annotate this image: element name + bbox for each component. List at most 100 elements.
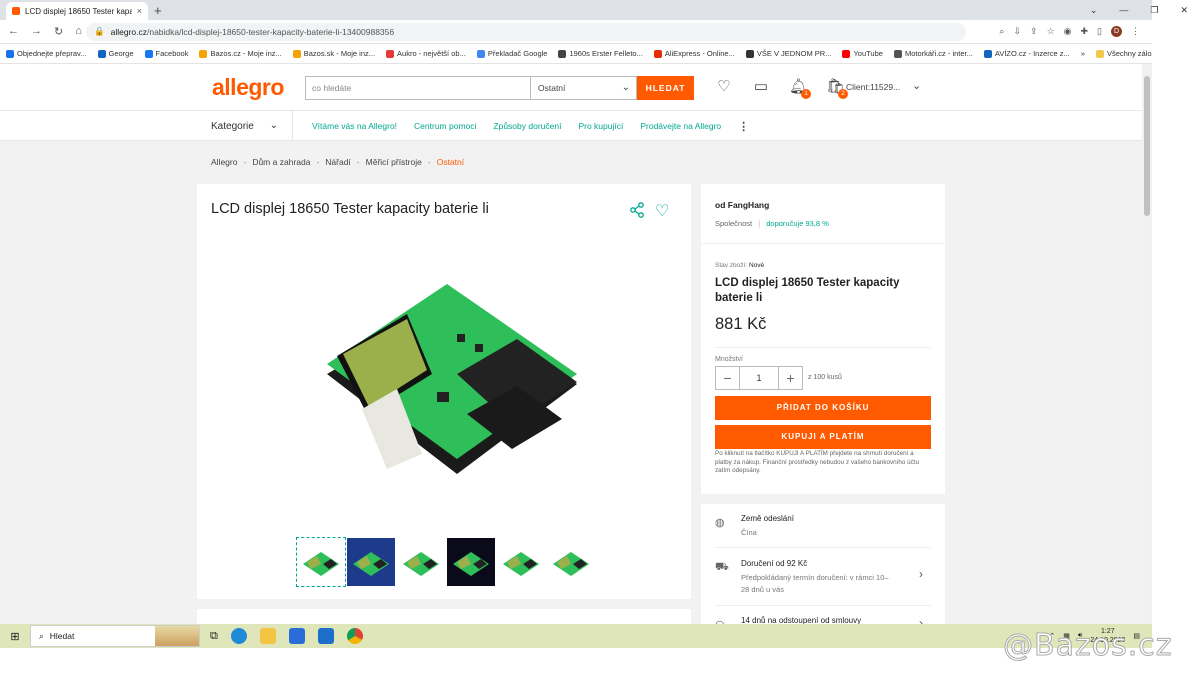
notifications-bell-icon[interactable]: 🔔︎ 1 [789,78,811,99]
windows-start-icon[interactable]: ⊞ [0,630,30,643]
chevron-down-icon[interactable]: ⌄ [1090,5,1098,16]
search-category-select[interactable]: Ostatní ⌄ [531,76,637,100]
scrollbar-thumb[interactable] [1144,76,1150,216]
account-menu[interactable]: Client:11529... [846,82,900,92]
url-path: /nabidka/lcd-displej-18650-tester-kapaci… [146,26,395,37]
breadcrumb-item[interactable]: Ostatní [437,157,464,167]
product-main-image[interactable] [307,264,597,504]
side-panel-icon[interactable]: ▯ [1097,26,1102,37]
allegro-logo[interactable]: allegro [212,74,284,101]
bookmark-item[interactable]: YouTube [842,49,883,58]
store-icon[interactable] [288,628,305,644]
subnav-link[interactable]: Pro kupující [578,121,623,131]
cart-icon[interactable]: 🛍︎ 2 [826,78,848,99]
share-icon[interactable] [629,202,645,218]
product-thumbnail[interactable] [296,537,346,587]
home-icon[interactable]: ⌂ [75,25,82,38]
close-tab-icon[interactable]: × [137,6,142,16]
browser-tab[interactable]: LCD displej 18650 Tester kapaci × [6,2,148,20]
bookmark-item[interactable]: AliExpress - Online... [653,49,735,58]
back-icon[interactable]: ← [8,25,19,38]
forward-icon[interactable]: → [31,25,42,38]
bookmark-favicon-icon [386,49,395,58]
condition: Stav zboží: Nové [715,262,764,269]
reload-icon[interactable]: ↻ [54,25,63,38]
chrome-icon[interactable] [346,628,363,644]
thumbnail-strip [296,537,595,587]
product-thumbnail[interactable] [447,538,495,586]
subnav-link[interactable]: Prodávejte na Allegro [640,121,721,131]
quantity-input[interactable]: 1 [740,366,778,390]
taskbar-search[interactable]: ⌕ Hledat [30,625,200,647]
shipping-country-label: Země odeslání [741,514,794,523]
bookmark-item[interactable]: Facebook [144,49,188,58]
quantity-minus-button[interactable]: − [715,366,740,390]
buy-now-button[interactable]: KUPUJI A PLATÍM [715,425,931,449]
bookmark-item[interactable]: VŠE V JEDNOM PR... [745,49,832,58]
product-thumbnail[interactable] [497,538,545,586]
install-icon[interactable]: ⇩ [1013,26,1021,37]
restore-icon[interactable]: ❐ [1150,5,1158,16]
close-window-icon[interactable]: ✕ [1180,5,1188,16]
task-view-icon[interactable]: ⧉ [210,630,218,643]
edge-icon[interactable] [230,628,247,644]
bookmark-item[interactable]: AVÍZO.cz - Inzerce z... [983,49,1070,58]
breadcrumb-item[interactable]: Dům a zahrada [252,157,310,167]
breadcrumb: Allegro - Dům a zahrada - Nářadí - Měřicí přís… [211,157,464,167]
profile-avatar[interactable]: D [1111,26,1122,37]
bookmark-item[interactable]: Bazos.cz - Moje inz... [199,49,282,58]
breadcrumb-item[interactable]: Allegro [211,157,237,167]
share-page-icon[interactable]: ⇪ [1030,26,1038,37]
watchlist-heart-icon[interactable]: ♡ [715,78,733,96]
bookmark-favicon-icon [476,49,485,58]
breadcrumb-item[interactable]: Měřicí přístroje [366,157,422,167]
url-host: allegro.cz [110,26,147,37]
quantity-plus-button[interactable]: + [778,366,803,390]
page-scrollbar[interactable] [1142,64,1152,624]
mail-icon[interactable] [317,628,334,644]
bookmark-item[interactable]: Objednejte přeprav... [6,49,87,58]
windows-taskbar: ⊞ ⌕ Hledat ⧉ ⌃ ▦ 🔊︎ 1:27 24.10.2023 ▤ [0,624,1152,648]
product-thumbnail[interactable] [547,538,595,586]
bookmark-item[interactable]: Překladač Google [476,49,547,58]
subnav-link[interactable]: Centrum pomoci [414,121,476,131]
delivery-row[interactable]: ⛟ Doručení od 92 Kč Předpokládaný termín… [715,559,931,599]
divider [715,605,931,606]
bookmark-item[interactable]: Bazos.sk - Moje inz... [292,49,375,58]
product-thumbnail[interactable] [347,538,395,586]
favorite-heart-icon[interactable]: ♡ [655,201,669,221]
bookmark-item[interactable]: 1960s Erster Felleto... [558,49,643,58]
bookmark-star-icon[interactable]: ☆ [1047,26,1055,37]
categories-button[interactable]: Kategorie ⌄ [197,111,293,141]
new-tab-button[interactable]: + [154,2,162,20]
url-field[interactable]: 🔒 allegro.cz/nabidka/lcd-displej-18650-t… [86,22,966,41]
allegro-favicon-icon [12,7,20,15]
search-input[interactable]: co hledáte [305,76,531,100]
bookmark-item[interactable]: Motorkáři.cz - inter... [893,49,973,58]
extension-icon[interactable]: ◉ [1064,26,1072,37]
breadcrumb-item[interactable]: Nářadí [325,157,351,167]
subnav-link[interactable]: Vítáme vás na Allegro! [312,121,397,131]
add-to-cart-button[interactable]: PŘIDAT DO KOŠÍKU [715,396,931,420]
bookmark-item[interactable]: George [97,49,134,58]
bookmarks-more[interactable]: » [1081,49,1085,58]
messages-icon[interactable]: ▭ [752,78,770,96]
file-explorer-icon[interactable] [259,628,276,644]
seller-name[interactable]: od FangHang [715,200,769,210]
bookmark-label: Aukro - největší ob... [397,49,466,58]
seller-recommend[interactable]: doporučuje 93,8 % [766,219,829,228]
bookmark-favicon-icon [653,49,662,58]
search-button[interactable]: HLEDAT [637,76,694,100]
menu-kebab-icon[interactable]: ⋮ [1131,26,1140,37]
more-kebab-icon[interactable]: ⋮ [738,120,749,133]
all-bookmarks-folder[interactable]: Všechny záložky [1095,49,1152,58]
zoom-icon[interactable]: ⌕ [999,26,1004,37]
bookmark-favicon-icon [144,49,153,58]
subnav-link[interactable]: Způsoby doručení [493,121,561,131]
bookmark-label: VŠE V JEDNOM PR... [756,49,832,58]
minimize-icon[interactable]: — [1119,5,1128,15]
chevron-down-icon[interactable]: ⌄ [912,79,921,92]
extensions-puzzle-icon[interactable]: ✚ [1081,26,1089,37]
bookmark-item[interactable]: Aukro - největší ob... [386,49,466,58]
product-thumbnail[interactable] [397,538,445,586]
